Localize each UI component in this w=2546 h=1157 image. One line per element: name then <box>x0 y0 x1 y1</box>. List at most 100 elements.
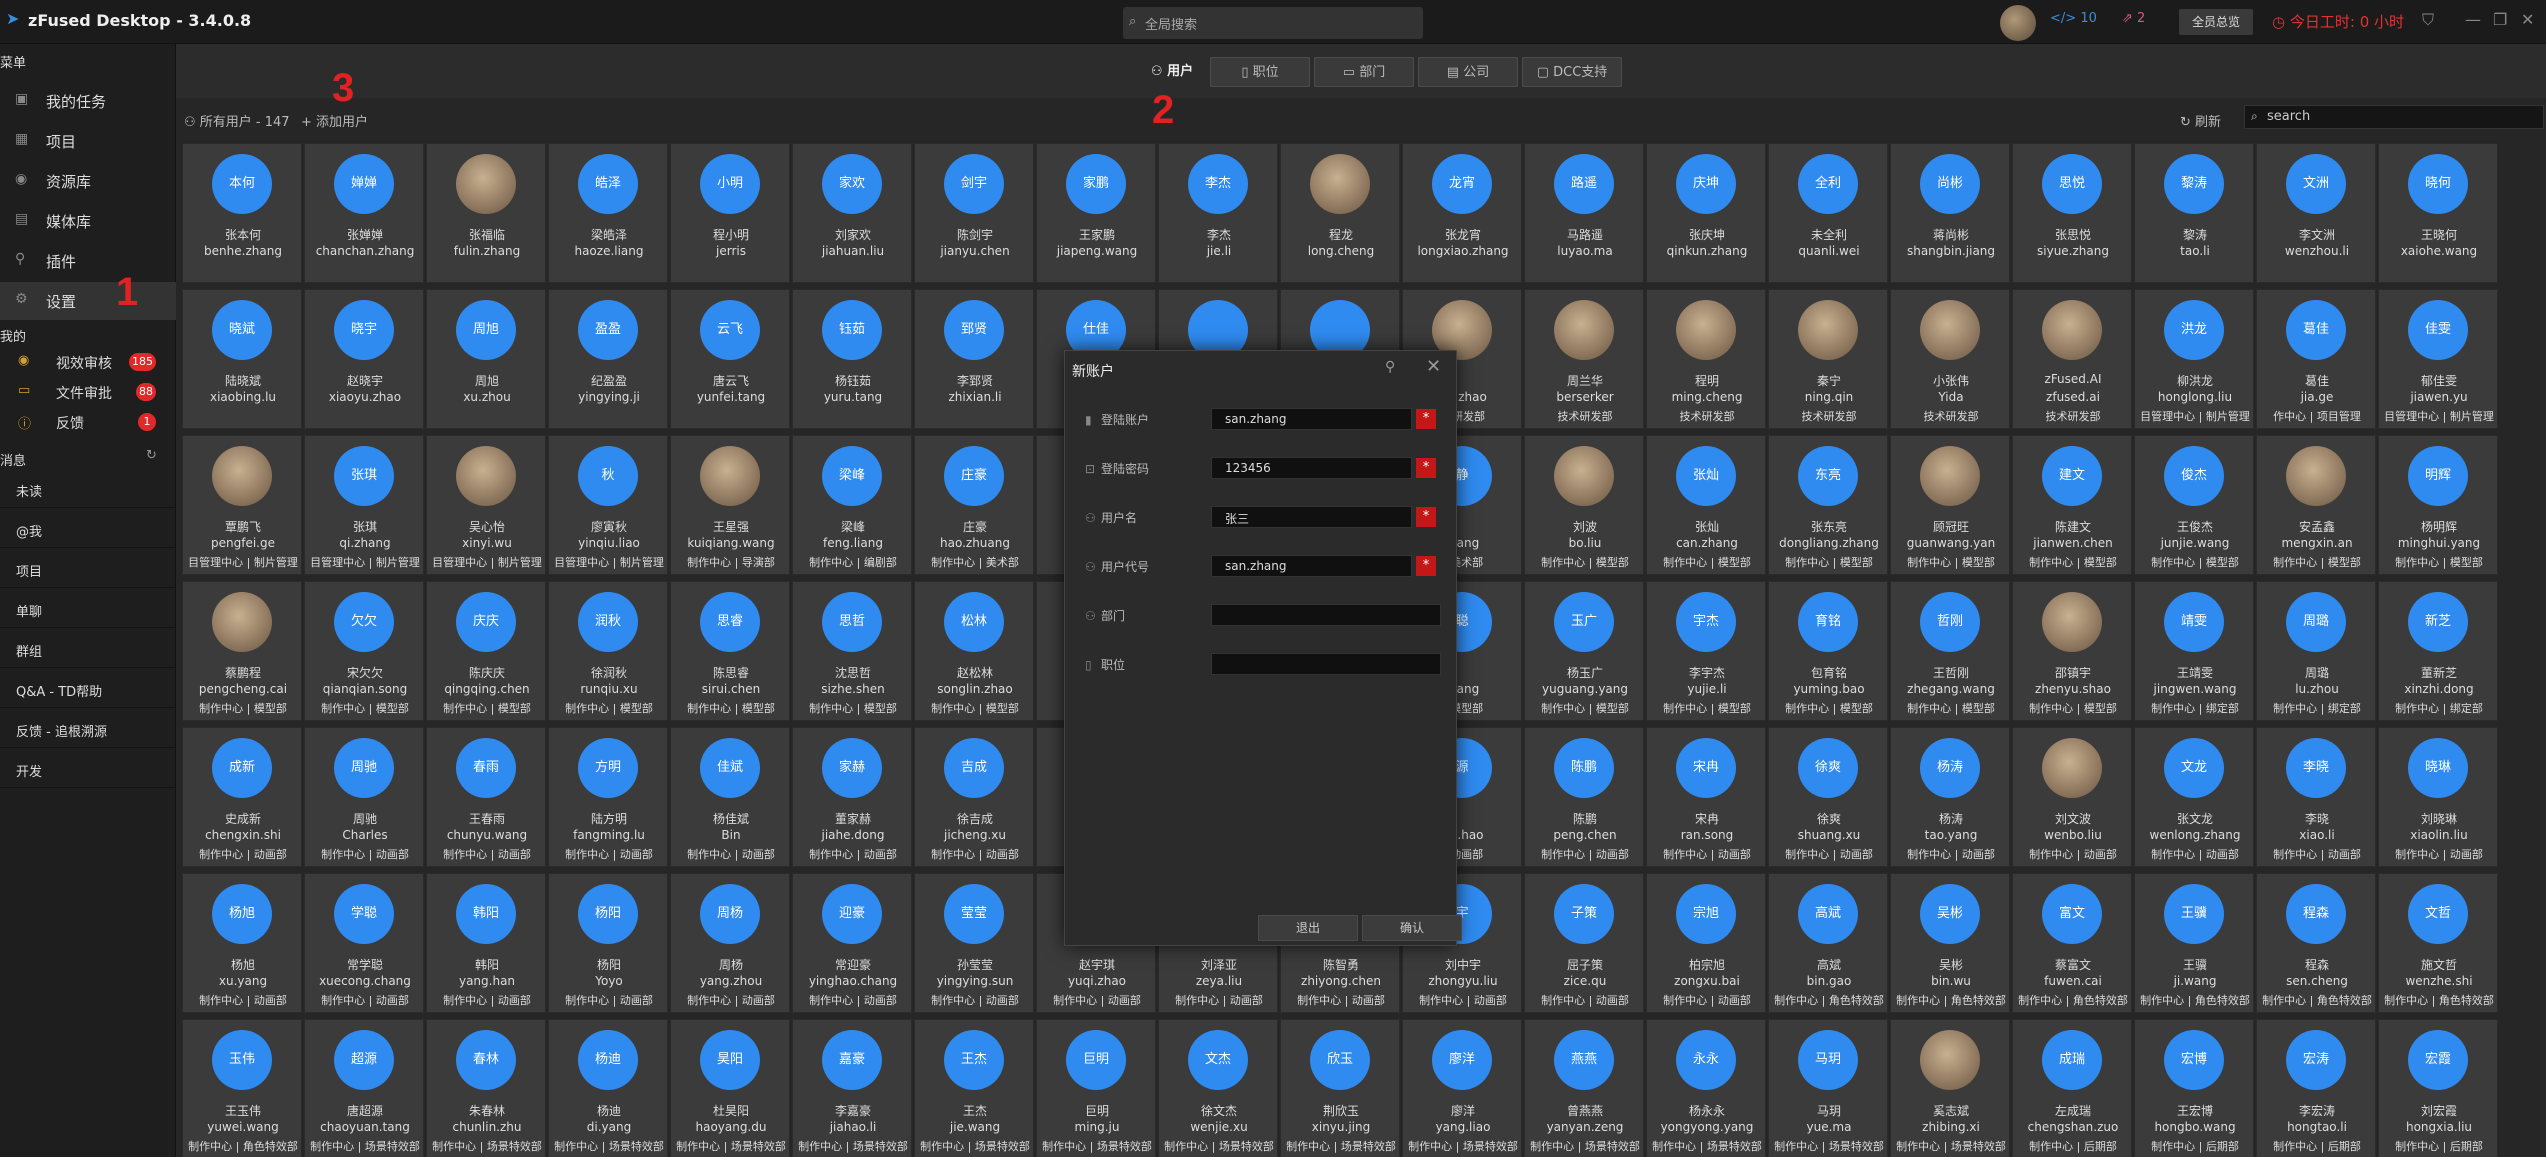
msg-qa[interactable]: Q&A - TD帮助 <box>0 670 176 708</box>
user-card[interactable]: 家欢 刘家欢 jiahuan.liu <box>792 143 912 283</box>
user-card[interactable]: 杨阳 杨阳 Yoyo 制作中心 | 动画部 <box>548 873 668 1013</box>
user-card[interactable]: 成瑞 左成瑞 chengshan.zuo 制作中心 | 后期部 <box>2012 1019 2132 1157</box>
user-card[interactable]: 吴心怡 xinyi.wu 目管理中心 | 制片管理 <box>426 435 546 575</box>
user-card[interactable]: 尚彬 蒋尚彬 shangbin.jiang <box>1890 143 2010 283</box>
user-card[interactable]: 晓何 王晓何 xaiohe.wang <box>2378 143 2498 283</box>
user-card[interactable]: 佳斌 杨佳斌 Bin 制作中心 | 动画部 <box>670 727 790 867</box>
user-card[interactable]: 蔡鹏程 pengcheng.cai 制作中心 | 模型部 <box>182 581 302 721</box>
user-card[interactable]: 宋冉 宋冉 ran.song 制作中心 | 动画部 <box>1646 727 1766 867</box>
user-card[interactable]: 程明 ming.cheng 技术研发部 <box>1646 289 1766 429</box>
user-card[interactable]: 陈鹏 陈鹏 peng.chen 制作中心 | 动画部 <box>1524 727 1644 867</box>
user-card[interactable]: 周兰华 berserker 技术研发部 <box>1524 289 1644 429</box>
user-card[interactable]: 葛佳 葛佳 jia.ge 作中心 | 项目管理 <box>2256 289 2376 429</box>
user-card[interactable]: 云飞 唐云飞 yunfei.tang <box>670 289 790 429</box>
nav-plugins[interactable]: ⚲ 插件 <box>0 242 176 280</box>
user-card[interactable]: 春雨 王春雨 chunyu.wang 制作中心 | 动画部 <box>426 727 546 867</box>
skin-icon[interactable]: ⛉ <box>2422 10 2434 30</box>
user-card[interactable]: 欣玉 荆欣玉 xinyu.jing 制作中心 | 场景特效部 <box>1280 1019 1400 1157</box>
user-card[interactable]: 永永 杨永永 yongyong.yang 制作中心 | 场景特效部 <box>1646 1019 1766 1157</box>
user-card[interactable]: 宗旭 柏宗旭 zongxu.bai 制作中心 | 动画部 <box>1646 873 1766 1013</box>
user-card[interactable]: 文龙 张文龙 wenlong.zhang 制作中心 | 动画部 <box>2134 727 2254 867</box>
worktime-display[interactable]: ◷ 今日工时: 0 小时 <box>2272 11 2404 32</box>
user-card[interactable]: 思哲 沈思哲 sizhe.shen 制作中心 | 模型部 <box>792 581 912 721</box>
nav-projects[interactable]: ▦ 项目 <box>0 122 176 160</box>
nav-media[interactable]: ▤ 媒体库 <box>0 202 176 240</box>
msg-projects[interactable]: 项目 <box>0 550 176 588</box>
user-card[interactable]: 张灿 张灿 can.zhang 制作中心 | 模型部 <box>1646 435 1766 575</box>
user-card[interactable]: 张福临 fulin.zhang <box>426 143 546 283</box>
user-card[interactable]: 建文 陈建文 jianwen.chen 制作中心 | 模型部 <box>2012 435 2132 575</box>
user-card[interactable]: 刘波 bo.liu 制作中心 | 模型部 <box>1524 435 1644 575</box>
team-overview-button[interactable]: 全员总览 <box>2179 9 2253 35</box>
user-card[interactable]: 李晓 李晓 xiao.li 制作中心 | 动画部 <box>2256 727 2376 867</box>
user-card[interactable]: 润秋 徐润秋 runqiu.xu 制作中心 | 模型部 <box>548 581 668 721</box>
user-card[interactable]: 覃鹏飞 pengfei.ge 目管理中心 | 制片管理 <box>182 435 302 575</box>
user-card[interactable]: 莹莹 孙莹莹 yingying.sun 制作中心 | 动画部 <box>914 873 1034 1013</box>
mine-file-approval[interactable]: ▭ 文件审批 88 <box>0 377 176 407</box>
tab-dcc[interactable]: ▢ DCC支持 <box>1522 57 1622 87</box>
user-card[interactable]: zFused.AI zfused.ai 技术研发部 <box>2012 289 2132 429</box>
user-card[interactable]: 思悦 张思悦 siyue.zhang <box>2012 143 2132 283</box>
user-card[interactable]: 廖洋 廖洋 yang.liao 制作中心 | 场景特效部 <box>1402 1019 1522 1157</box>
user-card[interactable]: 剑宇 陈剑宇 jianyu.chen <box>914 143 1034 283</box>
user-card[interactable]: 王星强 kuiqiang.wang 制作中心 | 导演部 <box>670 435 790 575</box>
dialog-close-icon[interactable]: ✕ <box>1426 356 1441 377</box>
msg-direct[interactable]: 单聊 <box>0 590 176 628</box>
user-card[interactable]: 晓琳 刘晓琳 xiaolin.liu 制作中心 | 动画部 <box>2378 727 2498 867</box>
user-card[interactable]: 欠欠 宋欠欠 qianqian.song 制作中心 | 模型部 <box>304 581 424 721</box>
user-card[interactable]: 子策 屈子策 zice.qu 制作中心 | 动画部 <box>1524 873 1644 1013</box>
msg-unread[interactable]: 未读 <box>0 470 176 508</box>
global-search-input[interactable]: ⌕ 全局搜索 <box>1123 7 1423 39</box>
user-card[interactable]: 宇杰 李宇杰 yujie.li 制作中心 | 模型部 <box>1646 581 1766 721</box>
user-card[interactable]: 李杰 李杰 jie.li <box>1158 143 1278 283</box>
user-card[interactable]: 巨明 巨明 ming.ju 制作中心 | 场景特效部 <box>1036 1019 1156 1157</box>
user-card[interactable]: 秦宁 ning.qin 技术研发部 <box>1768 289 1888 429</box>
user-card[interactable]: 杨涛 杨涛 tao.yang 制作中心 | 动画部 <box>1890 727 2010 867</box>
confirm-button[interactable]: 确认 <box>1362 915 1462 941</box>
user-card[interactable]: 周旭 周旭 xu.zhou <box>426 289 546 429</box>
user-card[interactable]: 本何 张本何 benhe.zhang <box>182 143 302 283</box>
user-card[interactable]: 张琪 张琪 qi.zhang 目管理中心 | 制片管理 <box>304 435 424 575</box>
user-card[interactable]: 哲刚 王哲刚 zhegang.wang 制作中心 | 模型部 <box>1890 581 2010 721</box>
user-card[interactable]: 黎涛 黎涛 tao.li <box>2134 143 2254 283</box>
user-card[interactable]: 宏博 王宏博 hongbo.wang 制作中心 | 后期部 <box>2134 1019 2254 1157</box>
current-user-avatar[interactable] <box>2000 5 2036 41</box>
user-card[interactable]: 周杨 周杨 yang.zhou 制作中心 | 动画部 <box>670 873 790 1013</box>
refresh-messages-icon[interactable]: ↻ <box>146 448 157 463</box>
user-card[interactable]: 家鹏 王家鹏 jiapeng.wang <box>1036 143 1156 283</box>
user-card[interactable]: 小张伟 Yida 技术研发部 <box>1890 289 2010 429</box>
user-card[interactable]: 全利 未全利 quanli.wei <box>1768 143 1888 283</box>
close-icon[interactable]: ✕ <box>2521 10 2534 29</box>
nav-library[interactable]: ◉ 资源库 <box>0 162 176 200</box>
user-card[interactable]: 周璐 周璐 lu.zhou 制作中心 | 绑定部 <box>2256 581 2376 721</box>
user-card[interactable]: 庆庆 陈庆庆 qingqing.chen 制作中心 | 模型部 <box>426 581 546 721</box>
user-card[interactable]: 郅贤 李郅贤 zhixian.li <box>914 289 1034 429</box>
nav-settings[interactable]: ⚙ 设置 <box>0 282 176 320</box>
user-card[interactable]: 奚志斌 zhibing.xi 制作中心 | 场景特效部 <box>1890 1019 2010 1157</box>
user-card[interactable]: 东亮 张东亮 dongliang.zhang 制作中心 | 模型部 <box>1768 435 1888 575</box>
user-card[interactable]: 程龙 long.cheng <box>1280 143 1400 283</box>
user-card[interactable]: 昊阳 杜昊阳 haoyang.du 制作中心 | 场景特效部 <box>670 1019 790 1157</box>
user-card[interactable]: 文哲 施文哲 wenzhe.shi 制作中心 | 角色特效部 <box>2378 873 2498 1013</box>
user-card[interactable]: 燕燕 曾燕燕 yanyan.zeng 制作中心 | 场景特效部 <box>1524 1019 1644 1157</box>
user-card[interactable]: 徐爽 徐爽 shuang.xu 制作中心 | 动画部 <box>1768 727 1888 867</box>
user-card[interactable]: 宏涛 李宏涛 hongtao.li 制作中心 | 后期部 <box>2256 1019 2376 1157</box>
user-search-input[interactable]: ⌕ search <box>2244 105 2544 129</box>
user-card[interactable]: 安孟鑫 mengxin.an 制作中心 | 模型部 <box>2256 435 2376 575</box>
user-card[interactable]: 吉成 徐吉成 jicheng.xu 制作中心 | 动画部 <box>914 727 1034 867</box>
user-card[interactable]: 婵婵 张婵婵 chanchan.zhang <box>304 143 424 283</box>
user-card[interactable]: 学聪 常学聪 xuecong.chang 制作中心 | 动画部 <box>304 873 424 1013</box>
msg-mentions[interactable]: @我 <box>0 510 176 548</box>
user-card[interactable]: 杨旭 杨旭 xu.yang 制作中心 | 动画部 <box>182 873 302 1013</box>
refresh-button[interactable]: ↻ 刷新 <box>2180 111 2221 130</box>
user-card[interactable]: 佳雯 郁佳雯 jiawen.yu 目管理中心 | 制片管理 <box>2378 289 2498 429</box>
user-card[interactable]: 钰茹 杨钰茹 yuru.tang <box>792 289 912 429</box>
user-card[interactable]: 韩阳 韩阳 yang.han 制作中心 | 动画部 <box>426 873 546 1013</box>
user-card[interactable]: 程森 程森 sen.cheng 制作中心 | 角色特效部 <box>2256 873 2376 1013</box>
user-card[interactable]: 高斌 高斌 bin.gao 制作中心 | 角色特效部 <box>1768 873 1888 1013</box>
user-card[interactable]: 宏霞 刘宏霞 hongxia.liu 制作中心 | 后期部 <box>2378 1019 2498 1157</box>
nav-my-tasks[interactable]: ▣ 我的任务 <box>0 82 176 120</box>
login-password-input[interactable]: 123456 <box>1211 457 1412 479</box>
user-card[interactable]: 小明 程小明 jerris <box>670 143 790 283</box>
user-card[interactable]: 晓斌 陆晓斌 xiaobing.lu <box>182 289 302 429</box>
